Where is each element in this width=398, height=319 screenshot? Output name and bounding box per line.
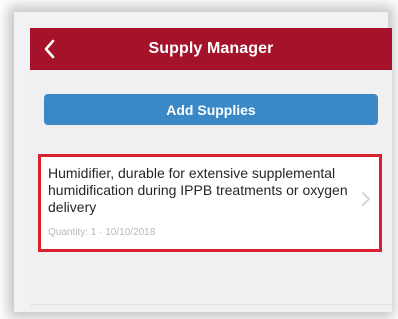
back-button[interactable] [36, 34, 62, 64]
supply-quantity-date: Quantity: 1 · 10/10/2018 [48, 227, 156, 238]
supply-name: Humidifier, durable for extensive supple… [48, 165, 348, 215]
nav-bar: Supply Manager [30, 28, 392, 70]
add-supplies-button[interactable]: Add Supplies [44, 94, 378, 125]
app-screen: Supply Manager Add Supplies Humidifier, … [30, 28, 392, 312]
chevron-right-icon [362, 192, 370, 206]
chevron-left-icon [44, 39, 55, 59]
divider [30, 304, 392, 305]
page-title: Supply Manager [148, 40, 274, 57]
supply-list-item[interactable]: Humidifier, durable for extensive supple… [38, 154, 382, 252]
